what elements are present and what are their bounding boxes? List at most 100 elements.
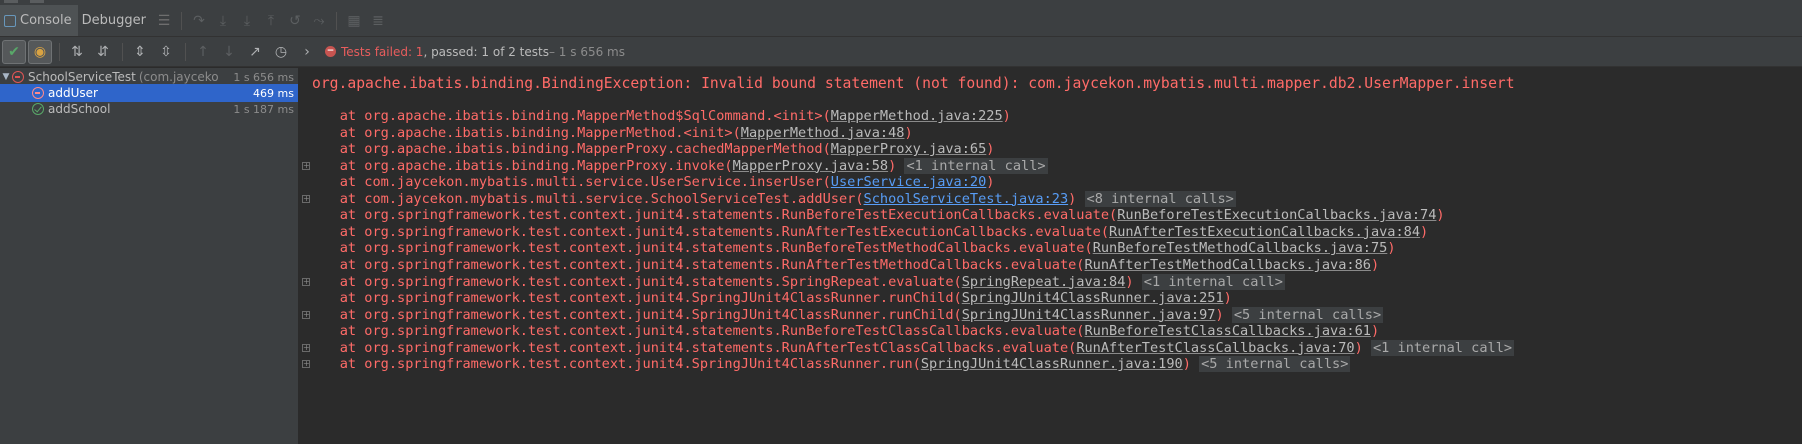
test-runner-toolbar: ✔ ◉ ⇅ ⇵ ⇕ ⇳ ↑ ↓ ↗ ◷ › − Tests failed: 1 … (0, 37, 1802, 67)
stack-frame-text: at org.springframework.test.context.juni… (307, 356, 921, 373)
source-link[interactable]: MapperProxy.java:65 (831, 141, 987, 157)
source-link[interactable]: RunAfterTestClassCallbacks.java:70 (1076, 340, 1354, 356)
stack-frame-line: at org.apache.ibatis.binding.MapperProxy… (307, 157, 1048, 175)
divider (335, 11, 337, 30)
internal-calls-fold[interactable]: <8 internal calls> (1084, 190, 1236, 207)
stack-frame-suffix: ) (904, 124, 913, 141)
stack-frame-suffix: ) (1002, 108, 1011, 124)
internal-calls-fold[interactable]: <1 internal call> (1141, 273, 1285, 290)
exception-message: org.apache.ibatis.binding.BindingExcepti… (312, 75, 1515, 92)
sort-by-duration-icon[interactable]: ⇵ (91, 40, 115, 64)
stack-frame-text: at org.springframework.test.context.juni… (307, 323, 1085, 340)
source-link[interactable]: SpringJUnit4ClassRunner.java:190 (921, 356, 1183, 372)
stack-frame-text: at org.springframework.test.context.juni… (307, 240, 1093, 257)
step-over-icon[interactable]: ↷ (187, 9, 211, 33)
stack-frame-line: at org.apache.ibatis.binding.MapperMetho… (307, 125, 913, 142)
source-link[interactable]: SpringJUnit4ClassRunner.java:97 (962, 307, 1216, 323)
previous-failed-icon[interactable]: ↑ (191, 40, 215, 64)
collapse-all-icon[interactable]: ⇳ (154, 40, 178, 64)
step-out-icon[interactable]: ⤒ (259, 9, 283, 33)
internal-calls-fold[interactable]: <5 internal calls> (1199, 356, 1351, 373)
run-to-cursor-icon[interactable]: ⤳ (307, 9, 331, 33)
stack-frame-line: at org.springframework.test.context.juni… (307, 240, 1396, 257)
layout-menu-icon[interactable]: ☰ (152, 9, 176, 33)
stack-frame-text: at org.springframework.test.context.juni… (307, 290, 962, 307)
tab-debugger[interactable]: Debugger (78, 5, 152, 36)
stack-frame-line: at org.springframework.test.context.juni… (307, 224, 1429, 241)
stack-frame-suffix: ) (986, 141, 995, 158)
tree-item-label: addSchool (48, 102, 111, 116)
test-history-icon[interactable]: ◷ (269, 40, 293, 64)
source-link[interactable]: RunAfterTestExecutionCallbacks.java:84 (1109, 224, 1420, 240)
stack-frame-text: at org.springframework.test.context.juni… (307, 273, 962, 290)
internal-calls-fold[interactable]: <5 internal calls> (1231, 306, 1384, 323)
stack-frame-line: at org.springframework.test.context.juni… (307, 339, 1515, 357)
show-ignored-toggle[interactable]: ◉ (28, 39, 52, 64)
stack-frame-suffix: ) (1436, 207, 1445, 224)
stack-frame-suffix: ) (1215, 306, 1224, 323)
tool-window-header: Console Debugger ☰ ↷ ⤓ ⤓ ⤒ ↺ ⤳ ▦ ≣ (0, 5, 1802, 37)
source-link[interactable]: RunBeforeTestClassCallbacks.java:61 (1085, 323, 1371, 339)
source-link[interactable]: MapperMethod.java:48 (741, 125, 905, 141)
stack-frame-line: at org.apache.ibatis.binding.MapperMetho… (307, 108, 1011, 125)
error-icon: − (325, 46, 336, 57)
divider (185, 42, 186, 61)
stack-frame-line: at org.springframework.test.context.juni… (307, 356, 1351, 373)
tree-item-duration: 1 s 187 ms (233, 102, 294, 116)
sort-alphabetically-icon[interactable]: ⇅ (65, 40, 89, 64)
stack-frame-suffix: ) (1223, 290, 1232, 307)
divider (59, 42, 60, 61)
drop-frame-icon[interactable]: ↺ (283, 9, 307, 33)
export-results-icon[interactable]: ↗ (243, 40, 267, 64)
source-link[interactable]: SpringJUnit4ClassRunner.java:251 (962, 290, 1224, 306)
show-passed-toggle[interactable]: ✔ (2, 39, 26, 64)
tree-item-addschool[interactable]: addSchool 1 s 187 ms (0, 100, 298, 118)
ignored-tests-icon: ◉ (33, 43, 47, 60)
tree-item-package: (com.jayceko (138, 70, 219, 84)
next-failed-icon[interactable]: ↓ (217, 40, 241, 64)
force-step-into-icon[interactable]: ⤓ (235, 9, 259, 33)
source-link[interactable]: MapperMethod.java:225 (831, 108, 1003, 124)
console-icon (4, 14, 16, 27)
stack-frame-suffix: ) (1387, 240, 1396, 257)
more-options-icon[interactable]: › (295, 40, 319, 64)
tree-item-label: SchoolServiceTest (28, 70, 136, 84)
evaluate-expression-icon[interactable]: ▦ (342, 9, 366, 33)
strip-mark-icon (4, 0, 18, 3)
tree-item-duration: 1 s 656 ms (233, 70, 294, 84)
source-link[interactable]: SchoolServiceTest.java:23 (864, 191, 1069, 207)
tab-console[interactable]: Console (0, 5, 78, 36)
source-link[interactable]: RunBeforeTestExecutionCallbacks.java:74 (1117, 207, 1436, 223)
stack-frame-line: at org.springframework.test.context.juni… (307, 273, 1285, 291)
trace-icon[interactable]: ≣ (366, 9, 390, 33)
internal-calls-fold[interactable]: <1 internal call> (1370, 339, 1515, 356)
tree-item-label: addUser (48, 86, 98, 100)
stack-frame-text: at org.springframework.test.context.juni… (307, 306, 962, 323)
stack-frame-text: at org.apache.ibatis.binding.MapperProxy… (307, 141, 831, 158)
stack-frame-line: at org.springframework.test.context.juni… (307, 323, 1379, 340)
stack-frame-text: at com.jaycekon.mybatis.multi.service.Us… (307, 174, 831, 191)
source-link[interactable]: RunAfterTestMethodCallbacks.java:86 (1085, 257, 1371, 273)
source-link[interactable]: UserService.java:20 (831, 174, 987, 190)
stack-frame-line: at org.springframework.test.context.juni… (307, 207, 1445, 224)
step-into-icon[interactable]: ⤓ (211, 9, 235, 33)
stack-frame-suffix: ) (986, 174, 995, 191)
source-link[interactable]: MapperProxy.java:58 (733, 158, 889, 174)
tab-debugger-label: Debugger (81, 13, 146, 28)
source-link[interactable]: SpringRepeat.java:84 (962, 274, 1126, 290)
expand-all-icon[interactable]: ⇕ (128, 40, 152, 64)
source-link[interactable]: RunBeforeTestMethodCallbacks.java:75 (1093, 240, 1388, 256)
status-passed-text: , passed: 1 of 2 tests (423, 44, 549, 59)
stack-frame-suffix: ) (1354, 339, 1363, 356)
expand-arrow-icon[interactable]: ▼ (0, 72, 12, 82)
stack-frame-line: at org.springframework.test.context.juni… (307, 257, 1379, 274)
stack-frame-line: at com.jaycekon.mybatis.multi.service.Us… (307, 174, 995, 191)
console-output[interactable]: + + + + + + org.apache.ibatis.binding.Binding… (299, 68, 1802, 444)
stack-frame-suffix: ) (1125, 273, 1134, 290)
stack-frame-text: at org.apache.ibatis.binding.MapperMetho… (307, 124, 741, 141)
internal-calls-fold[interactable]: <1 internal call> (904, 157, 1048, 174)
